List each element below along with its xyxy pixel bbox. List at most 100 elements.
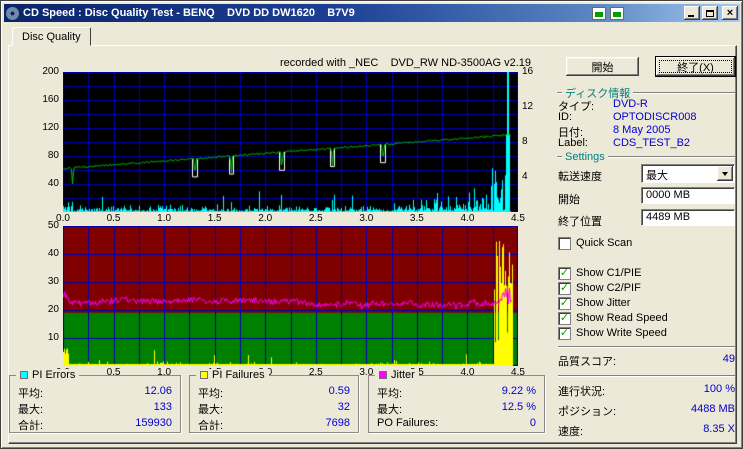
stat-row: PO Failures: 0 [377, 417, 536, 429]
stat-value: 32 [337, 401, 350, 413]
stat-label: 最大: [377, 404, 403, 416]
stat-value: 9.22 % [501, 385, 536, 397]
checkbox-box[interactable]: ✓ [558, 266, 571, 280]
jitter-legend: Jitter [375, 369, 419, 381]
y-tick-label: 20 [47, 304, 59, 315]
section-line [557, 156, 562, 158]
y-tick-label: 80 [47, 150, 59, 161]
speed-label: 転送速度 [558, 171, 602, 183]
speed-select[interactable]: 最大 [641, 164, 735, 183]
progress-value: 8.35 X [703, 423, 735, 435]
x-tick-label: 4.5 [511, 213, 525, 224]
y-tick-label: 4 [522, 171, 528, 182]
close-icon: × [726, 7, 734, 19]
checkbox-quick-scan[interactable]: Quick Scan [558, 236, 632, 250]
y-tick-label: 40 [47, 248, 59, 259]
section-line [633, 92, 735, 94]
exit-button[interactable]: 終了(X) [656, 57, 735, 76]
divider [558, 346, 735, 348]
stat-row: 平均: 9.22 % [377, 385, 536, 401]
disc-info-label: ID: [558, 111, 573, 123]
progress-value: 100 % [703, 383, 735, 395]
stat-label: 平均: [198, 388, 224, 400]
jitter-swatch [379, 371, 387, 379]
y-tick-label: 8 [522, 136, 528, 147]
checkbox-box[interactable]: ✓ [558, 326, 571, 340]
copy-graph-icon[interactable] [592, 6, 606, 20]
x-tick-label: 1.0 [157, 213, 172, 224]
disc-info-value: 8 May 2005 [613, 124, 671, 136]
stat-value: 12.5 % [501, 401, 536, 413]
checkbox-label: Show Write Speed [576, 327, 667, 339]
pif-jitter-chart [63, 226, 518, 366]
stat-row: 最大: 32 [198, 401, 350, 417]
checkbox-box[interactable]: ✓ [558, 296, 571, 310]
x-tick-label: 2.5 [308, 213, 323, 224]
stat-value: 133 [153, 401, 172, 413]
checkbox-label: Show C2/PIF [576, 282, 641, 294]
stat-value: 0 [529, 417, 536, 429]
y-tick-label: 10 [47, 332, 59, 343]
y-tick-label: 16 [522, 66, 534, 77]
y-tick-label: 30 [47, 276, 59, 287]
section-line [557, 92, 562, 94]
stat-label: 合計: [18, 420, 44, 432]
start-button[interactable]: 開始 [566, 57, 639, 76]
tab-disc-quality[interactable]: Disc Quality [12, 27, 91, 46]
save-graph-icon[interactable] [610, 6, 624, 20]
checkbox-box[interactable]: ✓ [558, 311, 571, 325]
x-tick-label: 4.0 [460, 213, 475, 224]
stat-row: 最大: 133 [18, 401, 172, 417]
checkbox-show-c2-pif[interactable]: ✓ Show C2/PIF [558, 281, 641, 295]
y-tick-label: 160 [42, 94, 59, 105]
end-position-label: 終了位置 [558, 216, 602, 228]
jitter-group: Jitter 平均: 9.22 % 最大: 12.5 % PO Failures: 0 [368, 369, 545, 433]
checkbox-box[interactable] [558, 236, 571, 250]
dropdown-button[interactable] [717, 166, 733, 181]
app-icon [6, 6, 19, 20]
checkbox-show-jitter[interactable]: ✓ Show Jitter [558, 296, 630, 310]
stat-label: 合計: [198, 420, 224, 432]
checkbox-box[interactable]: ✓ [558, 281, 571, 295]
checkbox-show-c1-pie[interactable]: ✓ Show C1/PIE [558, 266, 641, 280]
stat-value: 159930 [135, 417, 172, 429]
check-icon: ✓ [559, 281, 570, 294]
window-title: CD Speed : Disc Quality Test - BENQ DVD … [23, 7, 355, 19]
checkbox-label: Show C1/PIE [576, 267, 642, 279]
stat-label: 最大: [198, 404, 224, 416]
progress-label: ポジション: [558, 406, 617, 418]
section-title: Settings [565, 151, 605, 163]
checkbox-label: Show Read Speed [576, 312, 668, 324]
progress-value: 4488 MB [690, 403, 735, 415]
close-button[interactable]: × [722, 6, 738, 20]
x-tick-label: 0.5 [106, 213, 121, 224]
stat-label: 平均: [377, 388, 403, 400]
checkbox-show-read-speed[interactable]: ✓ Show Read Speed [558, 311, 668, 325]
end-position-input[interactable]: 4489 MB [641, 209, 735, 226]
maximize-button[interactable] [702, 6, 718, 20]
y-tick-label: 50 [47, 220, 59, 231]
pi-errors-swatch [20, 371, 28, 379]
disc-info-value: CDS_TEST_B2 [613, 137, 691, 149]
x-tick-label: 3.0 [359, 213, 374, 224]
progress-label: 進行状況: [558, 386, 606, 398]
statbox-title: PI Failures [212, 369, 265, 381]
stat-row: 平均: 0.59 [198, 385, 350, 401]
pi-failures-legend: PI Failures [196, 369, 269, 381]
checkbox-label: Show Jitter [576, 297, 631, 309]
checkbox-show-write-speed[interactable]: ✓ Show Write Speed [558, 326, 667, 340]
x-tick-label: 1.5 [207, 213, 222, 224]
check-icon: ✓ [559, 266, 570, 279]
title-bar[interactable]: CD Speed : Disc Quality Test - BENQ DVD … [4, 4, 740, 22]
minimize-button[interactable] [684, 6, 700, 20]
start-position-input[interactable]: 0000 MB [641, 187, 735, 204]
section-title: ディスク情報 [565, 88, 631, 100]
start-position-value: 0000 MB [646, 189, 691, 201]
titlebar-tools [592, 6, 624, 20]
stat-value: 7698 [325, 417, 350, 429]
section-settings: Settings [557, 151, 735, 163]
y-tick-label: 120 [42, 122, 59, 133]
divider [558, 375, 735, 377]
minimize-icon [688, 15, 694, 17]
progress-label: 速度: [558, 426, 584, 438]
